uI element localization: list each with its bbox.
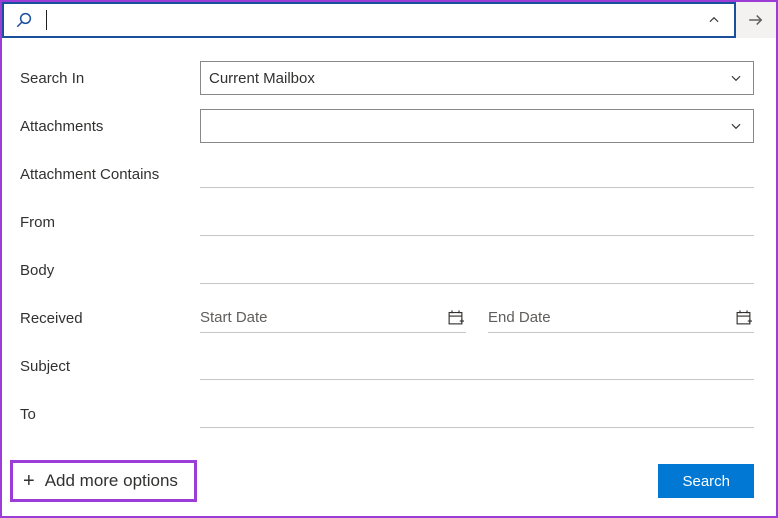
go-arrow-button[interactable] [736,2,776,38]
add-more-label: Add more options [45,471,178,491]
label-attachments: Attachments [20,118,200,135]
collapse-chevron-button[interactable] [694,13,734,27]
from-input[interactable] [200,208,754,236]
row-body: Body [20,250,754,290]
row-to: To [20,394,754,434]
calendar-icon[interactable] [444,309,466,326]
row-search-in: Search In Current Mailbox [20,58,754,98]
row-received: Received [20,298,754,338]
label-attachment-contains: Attachment Contains [20,166,200,183]
label-search-in: Search In [20,70,200,87]
row-subject: Subject [20,346,754,386]
row-attachment-contains: Attachment Contains [20,154,754,194]
body-input[interactable] [200,256,754,284]
advanced-search-panel: Search In Current Mailbox Attachments At… [2,38,776,516]
label-from: From [20,214,200,231]
label-received: Received [20,310,200,327]
search-input[interactable] [47,4,694,36]
received-end-input[interactable] [488,309,732,326]
search-container[interactable] [2,2,736,38]
to-input[interactable] [200,400,754,428]
received-start-field[interactable] [200,303,466,333]
search-button[interactable]: Search [658,464,754,498]
panel-footer: + Add more options Search [2,460,754,502]
received-start-input[interactable] [200,309,444,326]
label-body: Body [20,262,200,279]
chevron-down-icon [727,119,745,133]
search-icon [4,11,44,29]
top-search-bar [2,2,776,38]
label-to: To [20,406,200,423]
chevron-down-icon [727,71,745,85]
attachments-dropdown[interactable] [200,109,754,143]
search-in-dropdown[interactable]: Current Mailbox [200,61,754,95]
plus-icon: + [23,471,35,491]
attachment-contains-input[interactable] [200,160,754,188]
search-in-value: Current Mailbox [209,70,727,87]
row-attachments: Attachments [20,106,754,146]
add-more-options-button[interactable]: + Add more options [10,460,197,502]
row-from: From [20,202,754,242]
label-subject: Subject [20,358,200,375]
received-end-field[interactable] [488,303,754,333]
subject-input[interactable] [200,352,754,380]
calendar-icon[interactable] [732,309,754,326]
